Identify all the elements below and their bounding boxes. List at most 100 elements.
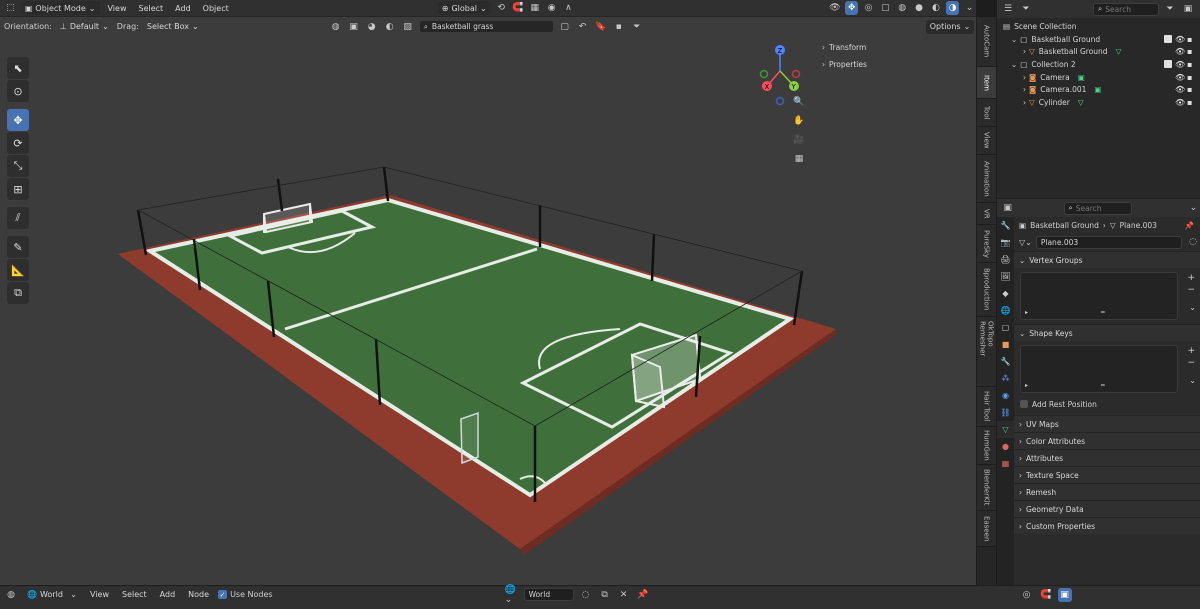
hand-pan-icon[interactable]: ✋ <box>792 114 806 128</box>
camera-render-icon[interactable]: ▪ <box>1187 98 1196 107</box>
tab-animation[interactable]: Animation <box>977 155 996 203</box>
transform-tool-icon[interactable]: ⊞ <box>7 178 29 200</box>
physics-tab-icon[interactable]: ◉ <box>997 387 1014 404</box>
render-tab-icon[interactable]: 📷 <box>997 234 1014 251</box>
transform-orientation-dropdown[interactable]: ⊕ Global ⌄ <box>437 1 491 15</box>
bookmark-icon[interactable]: 🔖 <box>594 20 608 34</box>
cursor-tool-icon[interactable]: ⊙ <box>7 80 29 102</box>
texture-tab-icon[interactable]: ▦ <box>997 455 1014 472</box>
wireframe-shading-icon[interactable]: ◍ <box>896 1 909 15</box>
tool-tab-icon[interactable]: 🔧 <box>997 217 1014 234</box>
outliner-row[interactable]: › ▽ Basketball Ground ▽ 👁 ▪ <box>1003 45 1200 58</box>
3d-viewport[interactable]: ⬉ ⊙ ✥ ⟳ ⤡ ⊞ ⫽ ✎ 📐 ⧉ Z X Y 🔍 ✋ 🎥 ▦ › Trans… <box>0 17 976 585</box>
constraints-tab-icon[interactable]: ⛓ <box>997 404 1014 421</box>
duplicate-icon[interactable]: ⧉ <box>598 588 612 602</box>
vertex-groups-panel-header[interactable]: ⌄ Vertex Groups <box>1014 251 1200 268</box>
mode-dropdown[interactable]: ▣ Object Mode ⌄ <box>20 1 100 15</box>
options-icon[interactable]: ⌄ <box>1187 201 1200 215</box>
menu-select[interactable]: Select <box>118 588 151 602</box>
new-collection-icon[interactable]: ▣ <box>1181 2 1195 16</box>
backdrop-icon[interactable]: ▣ <box>1057 587 1072 602</box>
world-tab-icon[interactable]: 🌐 <box>997 302 1014 319</box>
chevron-down-icon[interactable]: ⌄ <box>1189 376 1196 385</box>
xray-icon[interactable]: ▢ <box>879 1 892 15</box>
menu-object[interactable]: Object <box>199 1 233 15</box>
resize-grip-icon[interactable]: ═ <box>1101 382 1105 389</box>
tab-view[interactable]: View <box>977 127 996 155</box>
use-nodes-toggle[interactable]: ✓ Use Nodes <box>218 590 273 599</box>
world-icon[interactable]: ◐ <box>383 20 397 34</box>
menu-node[interactable]: Node <box>184 588 213 602</box>
shading-options-icon[interactable]: ⌄ <box>963 1 976 15</box>
clear-search-icon[interactable]: ▢ <box>558 20 572 34</box>
camera-render-icon[interactable]: ▪ <box>1187 35 1196 44</box>
fake-user-icon[interactable]: ◌ <box>579 588 593 602</box>
material-preview-icon[interactable]: ◕ <box>365 20 379 34</box>
outliner-row[interactable]: › ◙ Camera ▣ 👁 ▪ <box>1003 71 1200 84</box>
scale-tool-icon[interactable]: ⤡ <box>7 155 29 177</box>
pin-icon[interactable]: 📌 <box>1185 221 1194 230</box>
tab-item[interactable]: Item <box>977 67 996 99</box>
scene-collection-row[interactable]: ▤ Scene Collection <box>1003 20 1200 33</box>
menu-view[interactable]: View <box>104 1 131 15</box>
eye-icon[interactable]: 👁 <box>1175 73 1185 82</box>
menu-add[interactable]: Add <box>156 588 180 602</box>
pin-icon[interactable]: 📌 <box>636 588 650 602</box>
add-rest-position-checkbox[interactable] <box>1020 400 1028 408</box>
measure-tool-icon[interactable]: 📐 <box>7 259 29 281</box>
overlay-icon[interactable]: ◎ <box>1020 588 1034 602</box>
menu-view[interactable]: View <box>86 588 113 602</box>
mesh-data-tab-icon[interactable]: ▽ <box>997 421 1014 438</box>
fake-user-icon[interactable]: ◌ <box>1186 235 1200 249</box>
remove-icon[interactable]: − <box>1187 285 1195 295</box>
add-cube-tool-icon[interactable]: ⧉ <box>7 282 29 304</box>
filter-funnel-icon[interactable]: ⏷ <box>1163 2 1177 16</box>
mesh-name-field[interactable]: Plane.003 <box>1035 235 1183 249</box>
eye-icon[interactable]: 👁 <box>1175 85 1185 94</box>
world-name-field[interactable]: World <box>523 588 574 601</box>
chevron-down-icon[interactable]: ⌄ <box>1189 303 1196 312</box>
modifier-tab-icon[interactable]: 🔧 <box>997 353 1014 370</box>
texture-space-panel-header[interactable]: › Texture Space <box>1014 466 1200 483</box>
funnel-filter-icon[interactable]: ⏷ <box>630 20 644 34</box>
shape-keys-list[interactable]: ▸ ═ + − ⌄ <box>1020 345 1196 393</box>
tab-hair-tool[interactable]: Hair Tool <box>977 387 996 427</box>
visibility-icon[interactable]: 👁 <box>828 1 841 15</box>
world-browse-icon[interactable]: 🌐⌄ <box>505 585 519 605</box>
snap-icon[interactable]: 🧲 <box>512 1 525 15</box>
tab-blenderkit[interactable]: BlenderKit <box>977 465 996 511</box>
eye-icon[interactable]: 👁 <box>1175 47 1185 56</box>
custom-properties-panel-header[interactable]: › Custom Properties <box>1014 517 1200 534</box>
exclude-checkbox[interactable] <box>1164 34 1172 43</box>
outliner-search[interactable]: ⌕ Search <box>1093 2 1159 16</box>
menu-select[interactable]: Select <box>134 1 167 15</box>
outliner-row[interactable]: ⌄ ▢ Collection 2 👁 ▪ <box>1003 58 1200 71</box>
shader-type-dropdown[interactable]: 🌐 World ⌄ <box>23 588 81 602</box>
pivot-icon[interactable]: ⟲ <box>495 1 508 15</box>
output-tab-icon[interactable]: 🖨 <box>997 251 1014 268</box>
drag-dropdown[interactable]: Select Box ⌄ <box>143 20 203 34</box>
vertex-groups-list[interactable]: ▸ ═ + − ⌄ <box>1020 272 1196 320</box>
sort-icon[interactable]: ↶ <box>576 20 590 34</box>
outliner-row[interactable]: › ◙ Camera.001 ▣ 👁 ▪ <box>1003 83 1200 96</box>
select-tool-icon[interactable]: ⬉ <box>7 57 29 79</box>
move-tool-icon[interactable]: ✥ <box>7 109 29 131</box>
color-attributes-panel-header[interactable]: › Color Attributes <box>1014 432 1200 449</box>
camera-small-icon[interactable]: ▪ <box>612 20 626 34</box>
editor-type-icon[interactable]: ☰ <box>1001 2 1015 16</box>
particles-tab-icon[interactable]: ⁂ <box>997 370 1014 387</box>
annotate-tool-icon[interactable]: ⫽ <box>7 207 29 229</box>
filter-icon[interactable]: ⏷ <box>1019 2 1033 16</box>
transform-panel-header[interactable]: › Transform <box>822 39 867 56</box>
object-tab-icon[interactable]: ■ <box>997 336 1014 353</box>
outliner-row[interactable]: ⌄ ▢ Basketball Ground 👁 ▪ <box>1003 33 1200 46</box>
uv-maps-panel-header[interactable]: › UV Maps <box>1014 415 1200 432</box>
image-icon[interactable]: ▨ <box>401 20 415 34</box>
filter-icon[interactable]: ▣ <box>347 20 361 34</box>
rendered-shading-icon[interactable]: ◑ <box>946 1 960 15</box>
tab-easeen[interactable]: Easeen <box>977 511 996 547</box>
gizmo-icon[interactable]: ✥ <box>845 1 859 15</box>
camera-render-icon[interactable]: ▪ <box>1187 60 1196 69</box>
properties-search[interactable]: ⌕ Search <box>1063 201 1132 215</box>
tab-vr[interactable]: VR <box>977 203 996 225</box>
